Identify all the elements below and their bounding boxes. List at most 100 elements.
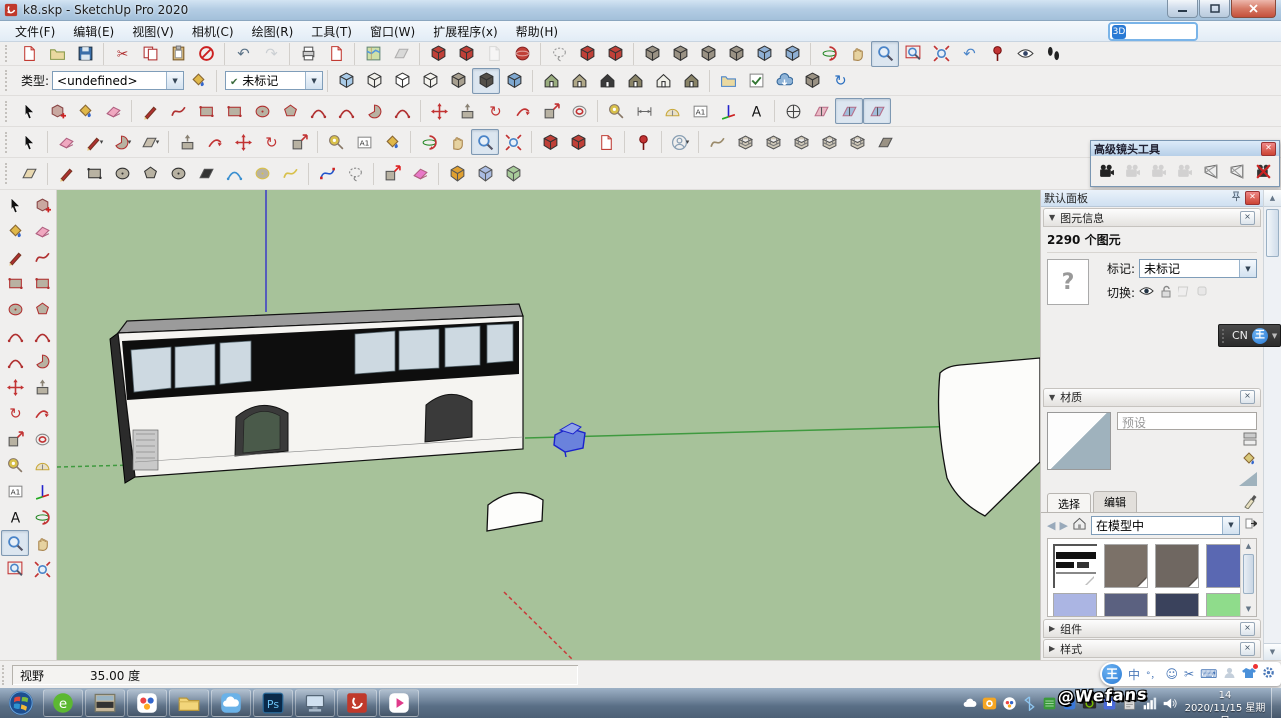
lt-paint-bucket-button[interactable] (1, 218, 29, 244)
arc-large-button[interactable]: ▾ (108, 129, 136, 155)
view-iso-button[interactable] (537, 68, 565, 94)
taskbar-sketchup[interactable] (337, 689, 377, 717)
ime-logo-icon[interactable]: 王 (1252, 328, 1268, 344)
rectangle-on-surface-button[interactable] (80, 161, 108, 187)
rectangle-button[interactable] (192, 98, 220, 124)
white-face[interactable] (939, 358, 1040, 516)
view-menu[interactable]: 视图(V) (123, 21, 183, 42)
taskbar-photoshop[interactable]: Ps (253, 689, 293, 717)
edit-menu[interactable]: 编辑(E) (64, 21, 123, 42)
line-on-surface-button[interactable] (52, 161, 80, 187)
zoom-extents-large-button[interactable] (499, 129, 527, 155)
zoom-button[interactable] (871, 41, 899, 67)
polygon-button[interactable] (276, 98, 304, 124)
dimension-button[interactable] (630, 98, 658, 124)
section-plane-button[interactable] (779, 98, 807, 124)
import-model-button[interactable] (592, 129, 620, 155)
show-desktop-button[interactable] (1271, 688, 1281, 718)
draw-menu[interactable]: 绘图(R) (243, 21, 303, 42)
materials-header[interactable]: ▼ 材质 × (1043, 388, 1261, 407)
clip-scissors-icon[interactable]: ✂ (1184, 667, 1194, 681)
look-through-camera-button[interactable] (1119, 158, 1145, 184)
text-button[interactable]: A1 (686, 98, 714, 124)
pan-large-button[interactable] (443, 129, 471, 155)
tray-bluetooth-icon[interactable] (1022, 696, 1037, 711)
position-camera-button[interactable] (983, 41, 1011, 67)
select-sync-items-button[interactable] (742, 68, 770, 94)
ime-mode-chinese[interactable]: 中 (1128, 666, 1140, 683)
lt-zoom-button[interactable] (1, 530, 29, 556)
pie-button[interactable] (360, 98, 388, 124)
chevron-down-icon[interactable]: ▼ (1222, 517, 1239, 534)
tools-menu[interactable]: 工具(T) (302, 21, 361, 42)
secondary-pane-icon[interactable] (1243, 432, 1257, 449)
arc-on-surface-button[interactable] (220, 161, 248, 187)
scale-large-button[interactable] (285, 129, 313, 155)
outer-shell-button[interactable] (638, 41, 666, 67)
lock-icon[interactable] (1160, 285, 1172, 301)
offset-button[interactable] (565, 98, 593, 124)
material-periwinkle[interactable] (1053, 593, 1097, 618)
orbit-button[interactable] (815, 41, 843, 67)
entity-tag-combo[interactable]: 未标记 ▼ (1139, 259, 1257, 278)
soft-keyboard-icon[interactable]: ⌨ (1200, 667, 1217, 681)
lt-push-pull-button[interactable] (28, 374, 56, 400)
classifier-paint-button[interactable] (184, 68, 212, 94)
lt-orbit-button[interactable] (28, 504, 56, 530)
ime-punctuation[interactable]: °， (1146, 668, 1160, 681)
entity-info-header[interactable]: ▼ 图元信息 × (1043, 208, 1261, 227)
sandbox-from-contours-button[interactable] (703, 129, 731, 155)
lt-make-component-button[interactable] (28, 192, 56, 218)
scroll-down-icon[interactable]: ▼ (1264, 643, 1281, 660)
show-frustum-volume-button[interactable] (1224, 158, 1250, 184)
subtract-button[interactable] (722, 41, 750, 67)
lt-pan-button[interactable] (28, 530, 56, 556)
styles-close-button[interactable]: × (1240, 642, 1255, 656)
edit-camera-button[interactable] (1172, 158, 1198, 184)
material-name-field[interactable]: 预设 (1117, 412, 1257, 430)
lt-zoom-window-button[interactable] (1, 556, 29, 582)
save-file-button[interactable] (71, 41, 99, 67)
polygon-on-surface-button[interactable] (136, 161, 164, 187)
lt-rectangle-button[interactable] (1, 270, 29, 296)
lasso-on-surface-button[interactable] (341, 161, 369, 187)
open-file-button[interactable] (43, 41, 71, 67)
taskbar-app-circles[interactable] (127, 689, 167, 717)
lt-pie-button[interactable] (28, 348, 56, 374)
freehand-button[interactable] (164, 98, 192, 124)
forward-arrow-icon[interactable]: ▶ (1059, 519, 1067, 532)
bezier-curve-button[interactable] (313, 161, 341, 187)
select-region-button[interactable] (545, 41, 573, 67)
select-large-button[interactable] (15, 129, 43, 155)
material-taupe[interactable] (1104, 544, 1148, 588)
shaded-style-button[interactable] (444, 68, 472, 94)
line-large-dropdown-arrow[interactable]: ▾ (100, 138, 104, 146)
tray-green-app-icon[interactable] (1042, 696, 1057, 711)
rectangle-large-button[interactable]: ▾ (136, 129, 164, 155)
scroll-up-icon[interactable]: ▲ (1264, 190, 1281, 207)
3-point-arc-button[interactable] (388, 98, 416, 124)
push-pull-large-button[interactable] (173, 129, 201, 155)
remove-camera-button[interactable] (1251, 158, 1277, 184)
send-to-layout-button[interactable] (424, 41, 452, 67)
arc-button[interactable] (304, 98, 332, 124)
publish-to-cloud-button[interactable] (770, 68, 798, 94)
zoom-window-button[interactable] (899, 41, 927, 67)
line-large-button[interactable]: ▾ (80, 129, 108, 155)
delete-button[interactable] (192, 41, 220, 67)
chevron-down-icon[interactable]: ▼ (1272, 332, 1277, 340)
walk-button[interactable] (1039, 41, 1067, 67)
wireframe-style-button[interactable] (388, 68, 416, 94)
trim-button[interactable] (750, 41, 778, 67)
cut-button[interactable]: ✂ (108, 41, 136, 67)
ime-float-widget[interactable]: 3D (1108, 22, 1198, 41)
new-file-button[interactable] (15, 41, 43, 67)
tab-select[interactable]: 选择 (1047, 493, 1091, 512)
cast-shadows-icon[interactable] (1196, 285, 1208, 300)
camera-menu[interactable]: 相机(C) (183, 21, 243, 42)
panel-scrollbar[interactable]: ▲ ▼ (1263, 190, 1281, 660)
material-dark-gray[interactable] (1155, 544, 1199, 588)
collection-combo[interactable]: 在模型中 ▼ (1091, 516, 1240, 535)
rectangle-large-dropdown-arrow[interactable]: ▾ (156, 138, 160, 146)
taskbar-360-browser[interactable]: e (43, 689, 83, 717)
